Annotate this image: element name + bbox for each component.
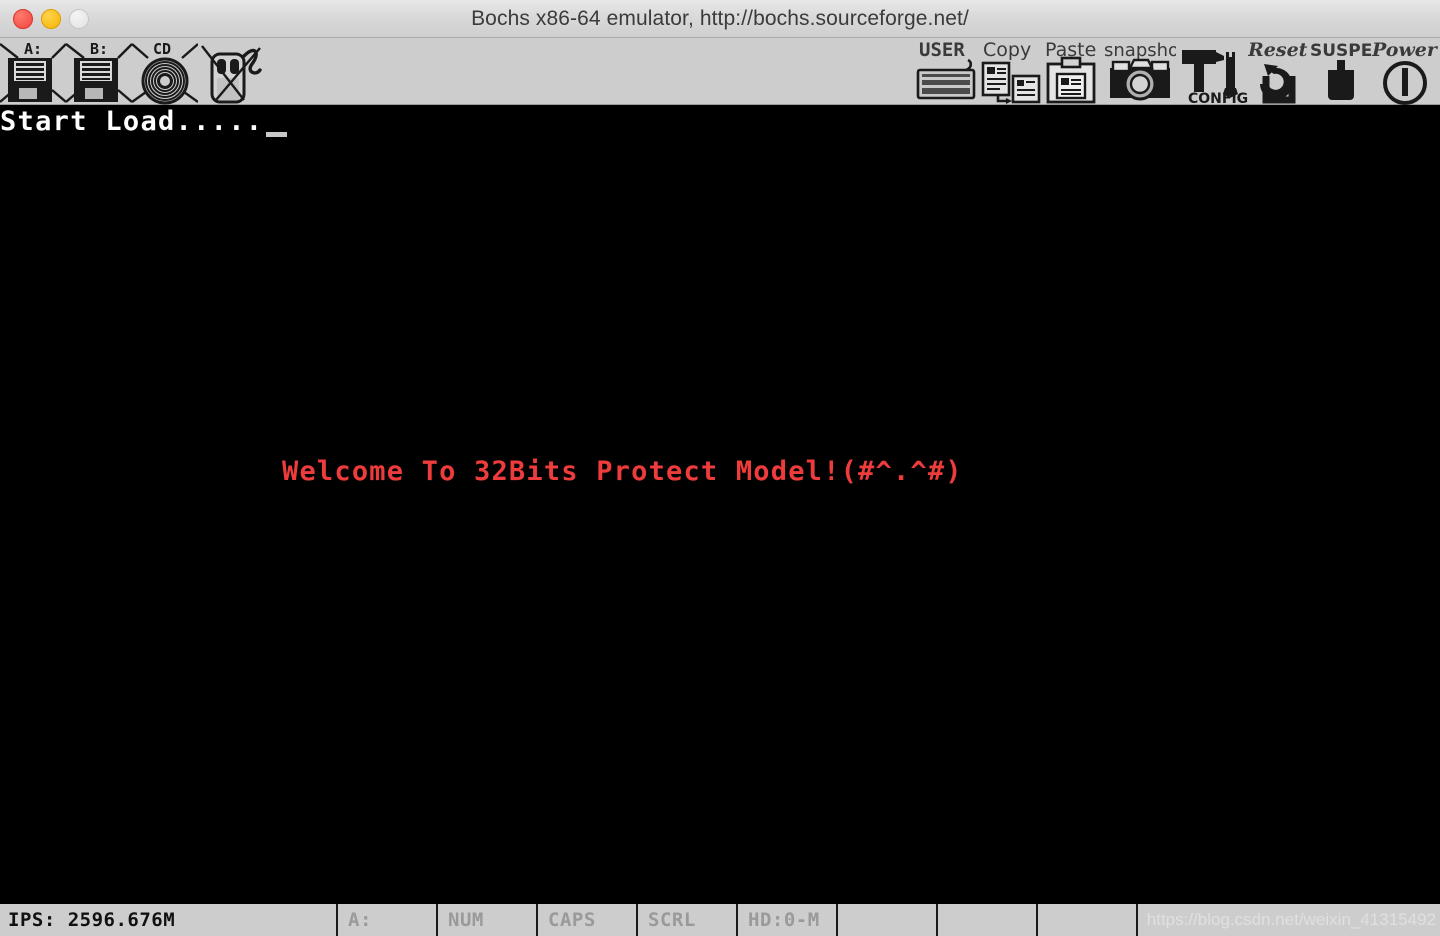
status-blank-1 — [838, 904, 938, 936]
text-cursor — [266, 132, 287, 137]
statusbar: IPS: 2596.676M A: NUM CAPS SCRL HD:0-M h… — [0, 898, 1440, 936]
bochs-emulator-window: Bochs x86-64 emulator, http://bochs.sour… — [0, 0, 1440, 936]
suspend-icon: SUSPEND — [1310, 41, 1372, 100]
svg-text:CONFIG: CONFIG — [1188, 91, 1248, 105]
status-floppy: A: — [338, 904, 438, 936]
toolbar-item-floppy-b[interactable]: B: — [66, 38, 132, 105]
status-blank-3 — [1038, 904, 1138, 936]
toolbar: A: B: CD USER Copy Paste snapsho CONFIG … — [0, 38, 1440, 105]
mouse-icon — [201, 45, 262, 104]
window-controls — [0, 8, 89, 29]
status-cells: IPS: 2596.676M A: NUM CAPS SCRL HD:0-M h… — [0, 904, 1440, 936]
status-ips: IPS: 2596.676M — [0, 904, 338, 936]
toolbar-item-reset[interactable]: Reset — [1248, 38, 1310, 105]
svg-text:A:: A: — [24, 40, 42, 58]
floppy-a-icon: A: — [0, 40, 66, 103]
paste-icon: Paste — [1045, 39, 1096, 104]
toolbar-item-power[interactable]: Power — [1372, 38, 1438, 105]
toolbar-right-group: USER Copy Paste snapsho CONFIG Reset SUS… — [914, 38, 1438, 105]
status-blank-2 — [938, 904, 1038, 936]
toolbar-item-cdrom[interactable]: CD — [132, 38, 198, 105]
svg-text:snapshot: snapshot — [1104, 40, 1176, 61]
toolbar-item-floppy-a[interactable]: A: — [0, 38, 66, 105]
toolbar-item-suspend[interactable]: SUSPEND — [1310, 38, 1372, 105]
status-hd: HD:0-M — [738, 904, 838, 936]
emulator-screen[interactable]: Start Load..... Welcome To 32Bits Protec… — [0, 105, 1440, 898]
copy-icon: Copy — [981, 39, 1041, 104]
titlebar: Bochs x86-64 emulator, http://bochs.sour… — [0, 0, 1440, 38]
toolbar-item-mouse[interactable] — [198, 38, 264, 105]
svg-text:Reset: Reset — [1248, 39, 1308, 61]
toolbar-item-user[interactable]: USER — [914, 38, 980, 105]
toolbar-item-paste[interactable]: Paste — [1042, 38, 1104, 105]
status-caps: CAPS — [538, 904, 638, 936]
status-scrl: SCRL — [638, 904, 738, 936]
welcome-message: Welcome To 32Bits Protect Model!(#^.^#) — [282, 456, 963, 487]
boot-log-line: Start Load..... — [0, 106, 264, 137]
status-num: NUM — [438, 904, 538, 936]
tools-icon: CONFIG — [1182, 50, 1248, 105]
cdrom-icon: CD — [132, 40, 198, 105]
svg-text:Copy: Copy — [983, 39, 1031, 61]
svg-text:CD: CD — [153, 40, 171, 58]
svg-text:SUSPEND: SUSPEND — [1310, 41, 1372, 61]
status-blank-4: https://blog.csdn.net/weixin_41315492 — [1138, 904, 1440, 936]
floppy-b-icon: B: — [66, 40, 132, 103]
power-icon: Power — [1372, 39, 1438, 105]
watermark-text: https://blog.csdn.net/weixin_41315492 — [1146, 910, 1436, 929]
close-button[interactable] — [13, 8, 33, 29]
toolbar-item-copy[interactable]: Copy — [980, 38, 1042, 105]
maximize-button[interactable] — [69, 8, 89, 29]
svg-text:USER: USER — [919, 39, 965, 61]
minimize-button[interactable] — [41, 8, 61, 29]
keyboard-icon: USER — [916, 39, 976, 100]
toolbar-item-config[interactable]: CONFIG — [1176, 38, 1248, 105]
svg-text:B:: B: — [90, 40, 108, 58]
toolbar-left-group: A: B: CD — [0, 38, 264, 105]
toolbar-item-snapshot[interactable]: snapshot — [1104, 38, 1176, 105]
window-title: Bochs x86-64 emulator, http://bochs.sour… — [471, 6, 969, 30]
camera-icon: snapshot — [1104, 40, 1176, 101]
svg-text:Power: Power — [1372, 39, 1438, 61]
reset-icon: Reset — [1248, 39, 1308, 104]
